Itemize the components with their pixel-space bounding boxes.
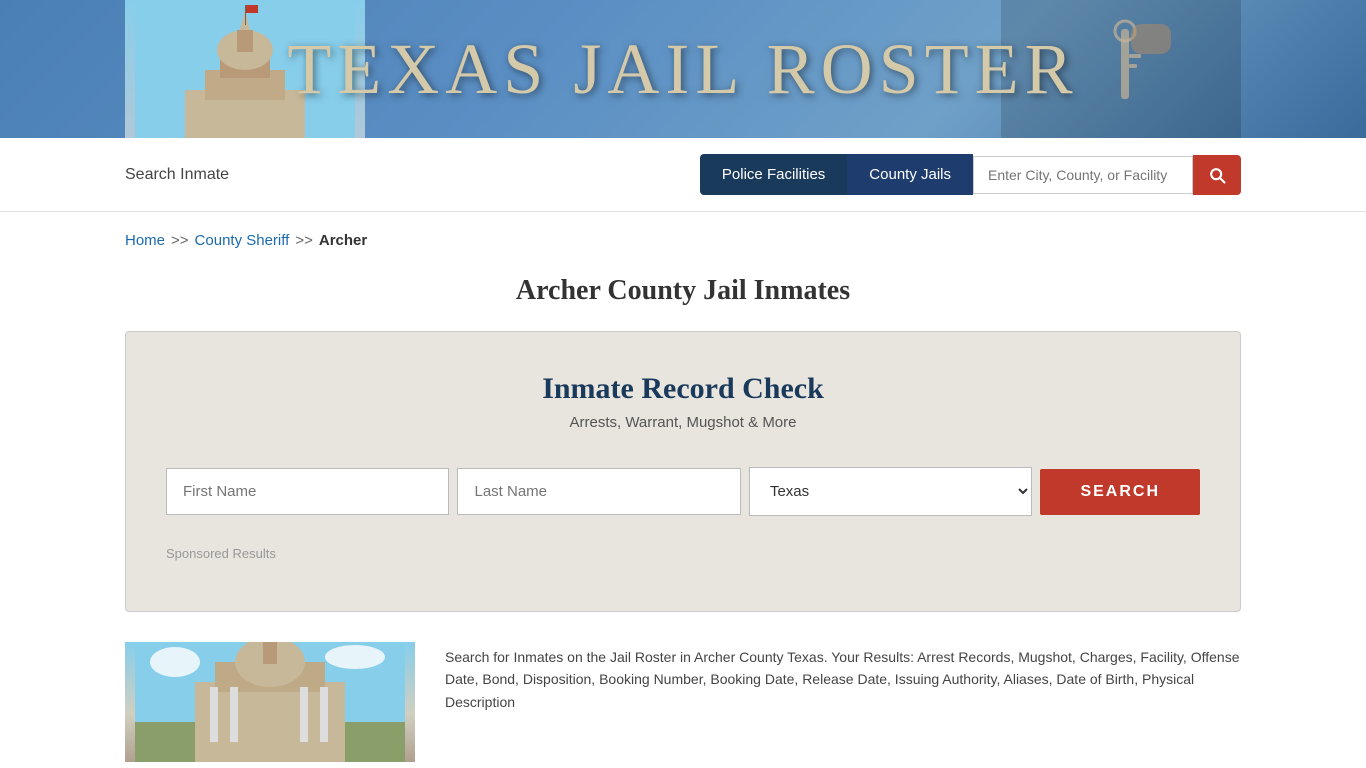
banner-title: Texas Jail Roster bbox=[287, 28, 1078, 111]
main-content: Inmate Record Check Arrests, Warrant, Mu… bbox=[0, 331, 1366, 612]
nav-search-button[interactable] bbox=[1193, 155, 1241, 195]
facility-search-input[interactable] bbox=[973, 156, 1193, 194]
page-title: Archer County Jail Inmates bbox=[0, 275, 1366, 307]
breadcrumb-home[interactable]: Home bbox=[125, 232, 165, 249]
breadcrumb-sep2: >> bbox=[295, 232, 313, 249]
record-check-box: Inmate Record Check Arrests, Warrant, Mu… bbox=[125, 331, 1241, 612]
courthouse-visual bbox=[125, 642, 415, 762]
nav-bar: Search Inmate Police Facilities County J… bbox=[0, 138, 1366, 212]
nav-right: Police Facilities County Jails bbox=[700, 154, 1241, 195]
record-check-form: AlabamaAlaskaArizonaArkansasCaliforniaCo… bbox=[166, 467, 1200, 516]
bottom-description: Search for Inmates on the Jail Roster in… bbox=[445, 642, 1241, 762]
record-check-subtitle: Arrests, Warrant, Mugshot & More bbox=[166, 414, 1200, 431]
breadcrumb-current: Archer bbox=[319, 232, 367, 249]
page-title-section: Archer County Jail Inmates bbox=[0, 259, 1366, 331]
bottom-section: Search for Inmates on the Jail Roster in… bbox=[0, 642, 1366, 762]
bottom-courthouse-image bbox=[125, 642, 415, 762]
state-select[interactable]: AlabamaAlaskaArizonaArkansasCaliforniaCo… bbox=[749, 467, 1032, 516]
sponsored-results: Sponsored Results bbox=[166, 546, 1200, 561]
breadcrumb: Home >> County Sheriff >> Archer bbox=[0, 212, 1366, 259]
county-jails-button[interactable]: County Jails bbox=[847, 154, 973, 195]
header-banner: Texas Jail Roster bbox=[0, 0, 1366, 138]
police-facilities-button[interactable]: Police Facilities bbox=[700, 154, 847, 195]
search-inmate-label: Search Inmate bbox=[125, 166, 229, 184]
breadcrumb-county-sheriff[interactable]: County Sheriff bbox=[195, 232, 290, 249]
record-check-search-button[interactable]: SEARCH bbox=[1040, 469, 1200, 515]
record-check-title: Inmate Record Check bbox=[166, 372, 1200, 406]
search-icon bbox=[1207, 165, 1227, 185]
last-name-input[interactable] bbox=[457, 468, 740, 515]
first-name-input[interactable] bbox=[166, 468, 449, 515]
breadcrumb-sep1: >> bbox=[171, 232, 189, 249]
